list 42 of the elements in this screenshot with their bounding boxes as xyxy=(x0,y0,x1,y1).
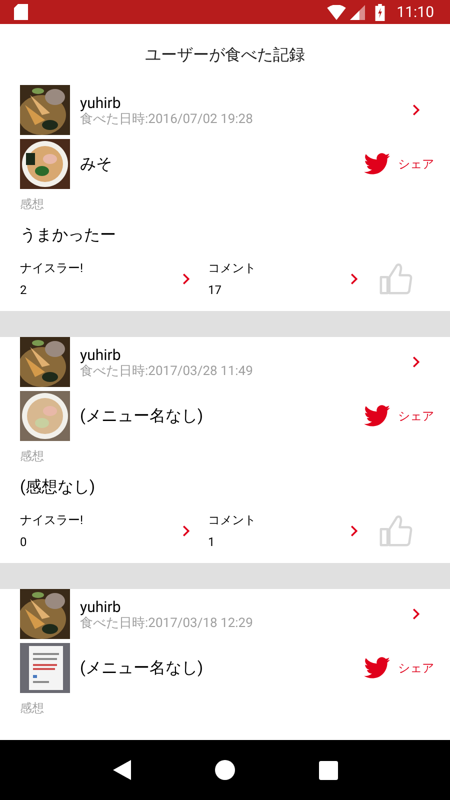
battery-icon xyxy=(374,4,385,20)
thumbs-up-icon xyxy=(379,263,413,295)
user-name: yuhirb xyxy=(80,346,122,364)
bird-icon xyxy=(364,153,390,175)
page-title: ユーザーが食べた記録 xyxy=(145,44,305,66)
bird-icon xyxy=(364,657,390,679)
impression-text: うまかったー xyxy=(20,225,116,245)
share-button[interactable]: シェア xyxy=(364,153,434,175)
nice-button[interactable]: ナイスラー! 2 xyxy=(20,260,190,298)
recents-icon xyxy=(318,760,338,780)
home-icon xyxy=(214,760,235,780)
chevron-right-icon xyxy=(412,608,420,620)
impression-label: 感想 xyxy=(20,448,44,465)
bird-icon xyxy=(364,405,390,427)
chevron-right-icon xyxy=(182,273,190,285)
chevron-right-icon xyxy=(412,104,420,116)
clock: 11:10 xyxy=(396,2,434,23)
impression-text: (感想なし) xyxy=(20,477,96,497)
nice-button[interactable]: ナイスラー! 0 xyxy=(20,512,190,550)
user-name: yuhirb xyxy=(80,94,122,112)
menu-name: (メニュー名なし) xyxy=(80,657,204,679)
share-button[interactable]: シェア xyxy=(364,657,434,679)
share-button[interactable]: シェア xyxy=(364,405,434,427)
impression-label: 感想 xyxy=(20,700,44,717)
user-name: yuhirb xyxy=(80,598,122,616)
menu-name: (メニュー名なし) xyxy=(80,405,204,427)
thumbs-up-icon xyxy=(379,515,413,547)
comment-button[interactable]: コメント 1 xyxy=(208,512,358,550)
menu-name: みそ xyxy=(80,153,113,175)
eaten-date: 食べた日時:2017/03/18 12:29 xyxy=(80,616,254,630)
chevron-right-icon xyxy=(350,273,358,285)
wifi-icon xyxy=(326,4,346,20)
back-icon xyxy=(112,760,131,780)
chevron-right-icon xyxy=(350,525,358,537)
comment-button[interactable]: コメント 17 xyxy=(208,260,358,298)
eaten-date: 食べた日時:2017/03/28 11:49 xyxy=(80,364,254,378)
signal-icon xyxy=(350,4,365,20)
eaten-date: 食べた日時:2016/07/02 19:28 xyxy=(80,112,254,126)
chevron-right-icon xyxy=(412,356,420,368)
sd-card-icon xyxy=(14,4,28,20)
impression-label: 感想 xyxy=(20,196,44,213)
chevron-right-icon xyxy=(182,525,190,537)
